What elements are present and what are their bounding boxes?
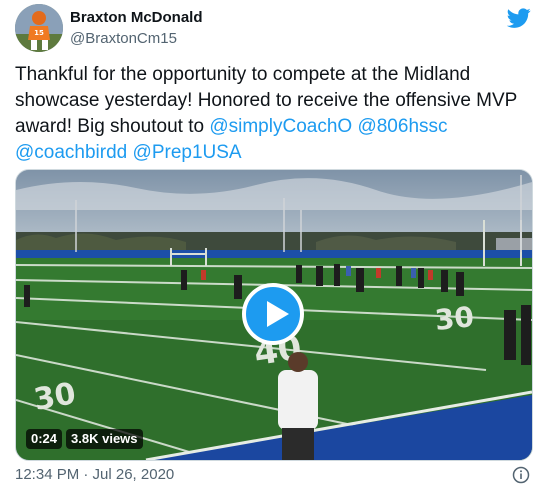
mention-coachbirdd[interactable]: @coachbirdd	[15, 142, 127, 163]
svg-text:15: 15	[34, 29, 44, 37]
svg-text:30: 30	[433, 300, 475, 337]
twitter-bird-icon[interactable]	[507, 6, 531, 30]
tweet-text: Thankful for the opportunity to compete …	[15, 62, 530, 166]
mention-prep1usa[interactable]: @Prep1USA	[133, 142, 242, 163]
tweet-card: 15 Braxton McDonald @BraxtonCm15 Thankfu…	[0, 0, 543, 488]
svg-text:30: 30	[31, 376, 78, 418]
author-info[interactable]: Braxton McDonald @BraxtonCm15	[70, 8, 203, 49]
tweet-timestamp[interactable]: 12:34 PM · Jul 26, 2020	[15, 466, 174, 484]
mention-simplycoacho[interactable]: @simplyCoachO	[209, 116, 352, 137]
video-meta: 0:24 3.8K views	[26, 429, 143, 449]
avatar[interactable]: 15	[15, 4, 63, 52]
mention-806hssc[interactable]: @806hssc	[357, 116, 447, 137]
user-handle[interactable]: @BraxtonCm15	[70, 29, 203, 49]
play-icon	[267, 301, 289, 327]
play-button[interactable]	[242, 283, 304, 345]
display-name[interactable]: Braxton McDonald	[70, 8, 203, 28]
avatar-image: 15	[15, 4, 63, 52]
video-player[interactable]: 40 30 30 0:24 3.8K views	[15, 169, 533, 461]
video-duration: 0:24	[26, 429, 63, 449]
view-count: 3.8K views	[66, 429, 143, 449]
info-icon[interactable]	[512, 466, 530, 484]
